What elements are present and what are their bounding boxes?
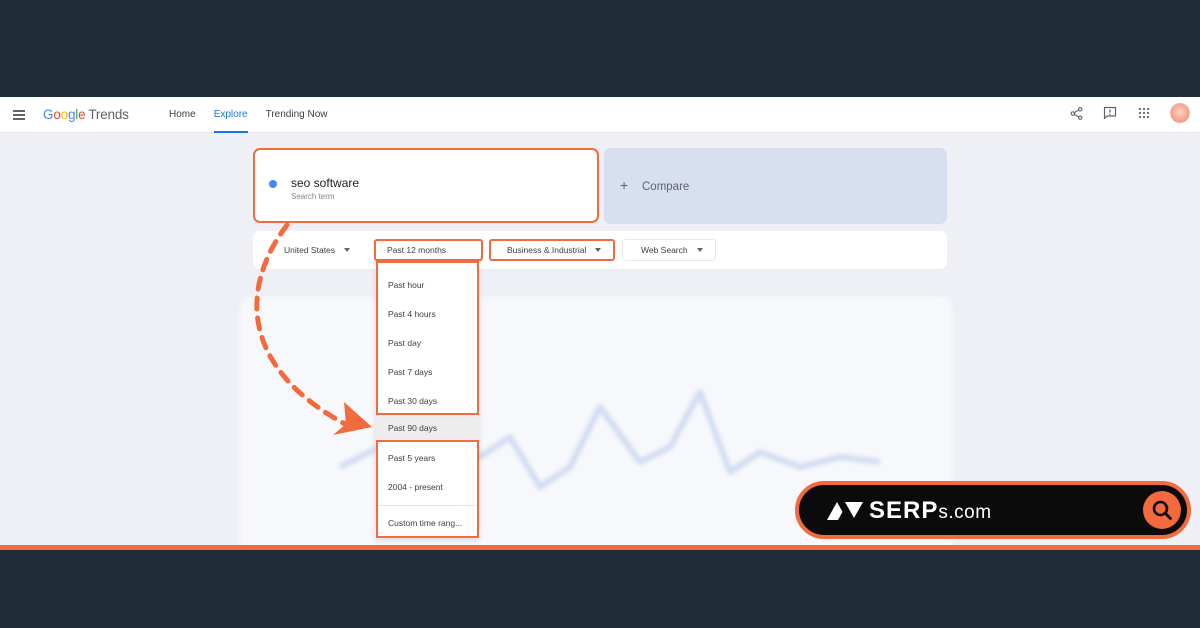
serps-mark-icon	[827, 502, 863, 520]
brand-main: SERP	[869, 497, 939, 524]
google-trends-screenshot: Google Trends Home Explore Trending Now s…	[0, 97, 1200, 545]
serps-brand-badge: SERPs.com	[795, 481, 1191, 539]
accent-strip	[0, 545, 1200, 550]
serps-logo: SERPs.com	[825, 497, 992, 525]
search-icon[interactable]	[1143, 491, 1181, 529]
dashed-arrow-annotation	[254, 222, 372, 435]
brand-suffix: s.com	[938, 502, 992, 523]
